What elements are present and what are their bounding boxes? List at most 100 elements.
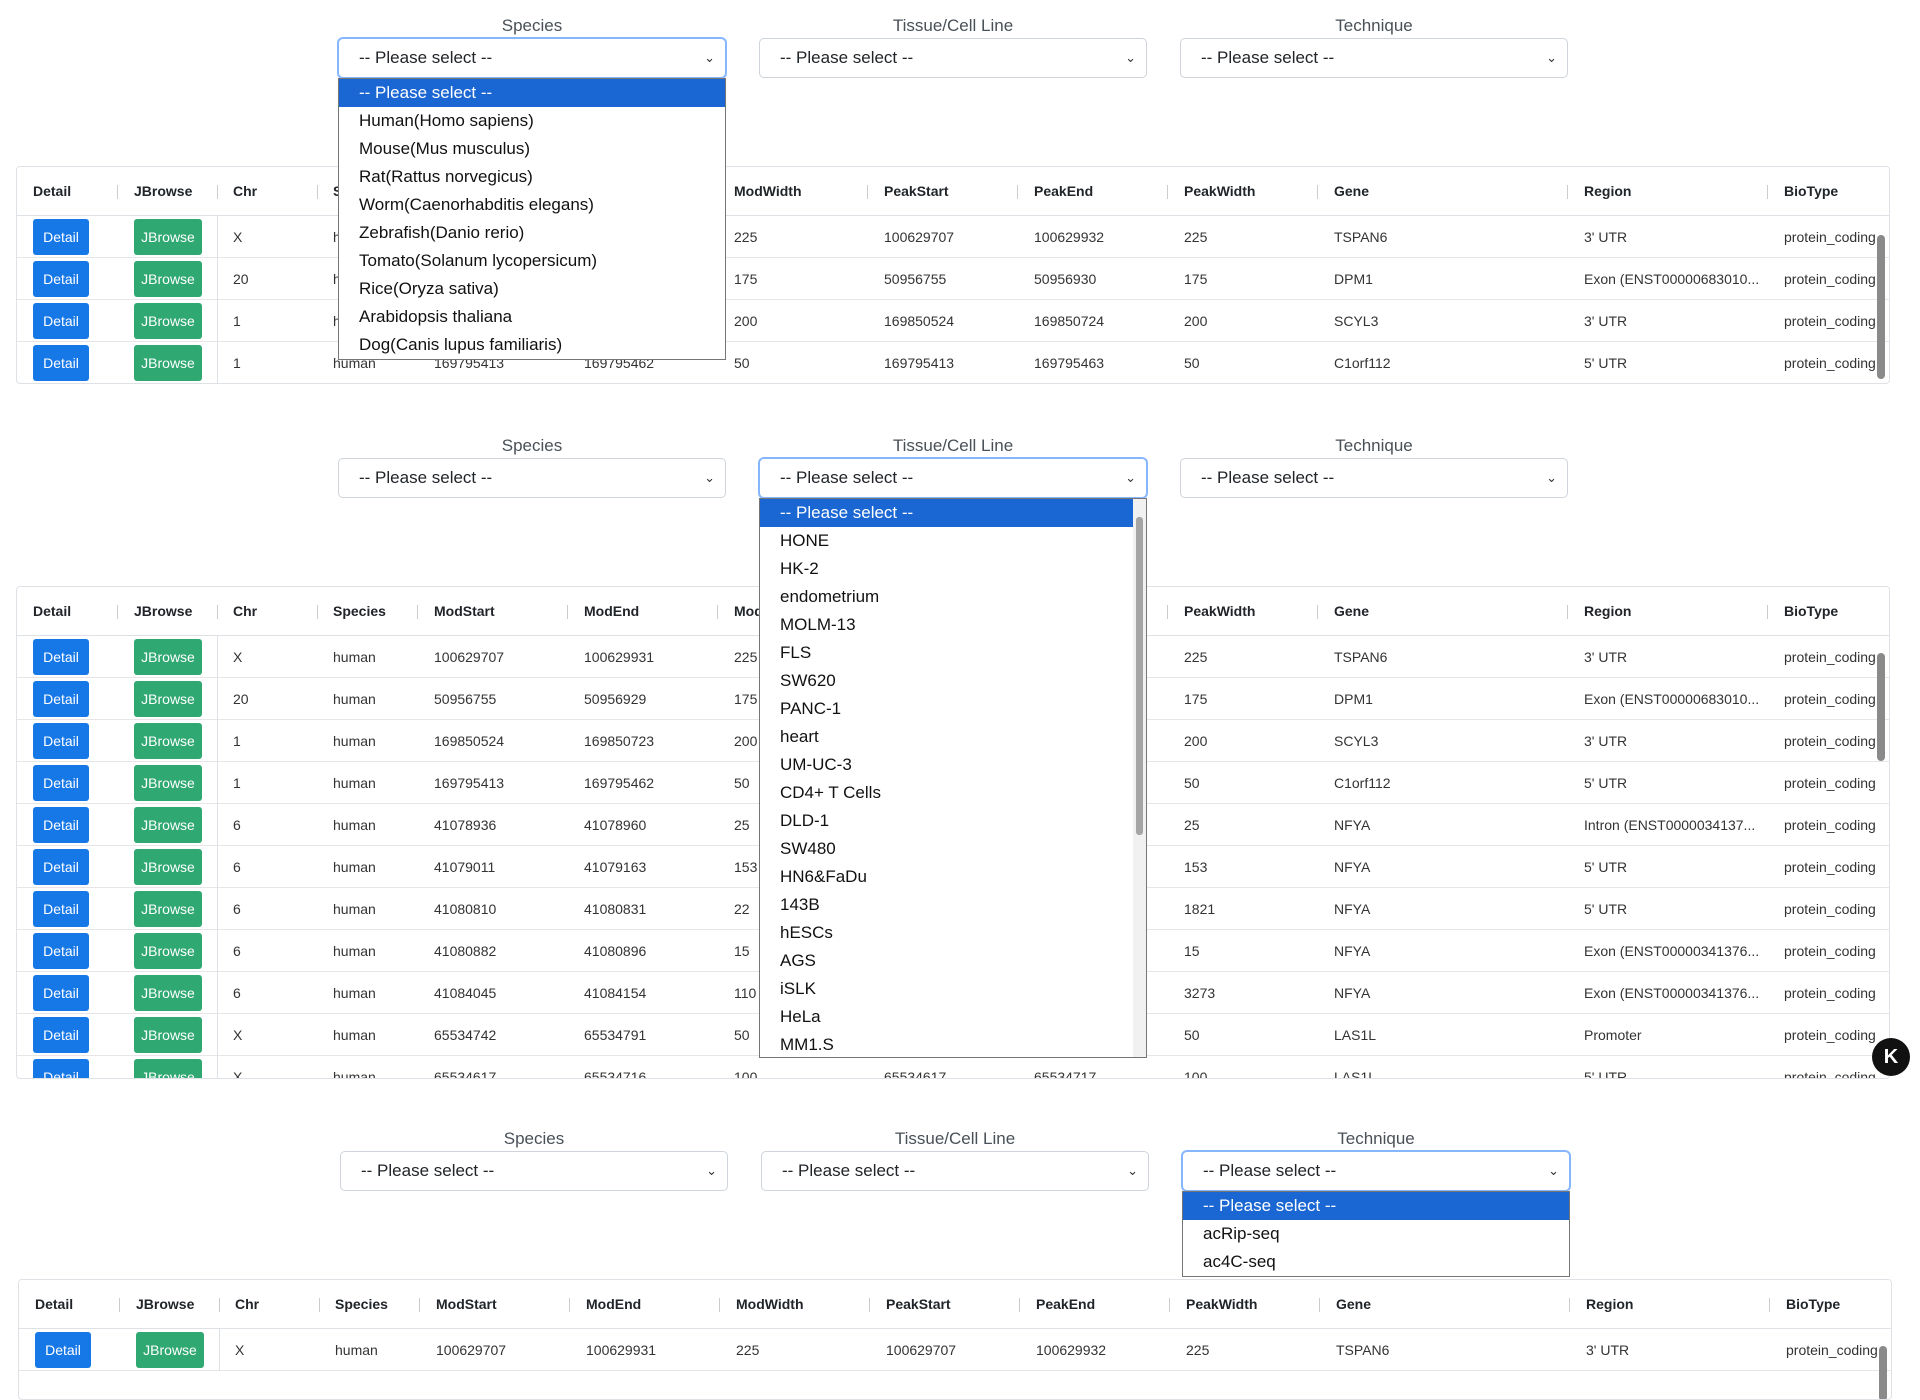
jbrowse-button[interactable]: JBrowse bbox=[134, 261, 202, 297]
column-header-region[interactable]: Region bbox=[1584, 167, 1631, 216]
tissue-select[interactable]: -- Please select -- ⌄ bbox=[759, 458, 1147, 498]
column-divider[interactable] bbox=[567, 605, 568, 619]
dropdown-option[interactable]: PANC-1 bbox=[760, 695, 1133, 723]
column-header-detail[interactable]: Detail bbox=[33, 167, 71, 216]
column-header-modstart[interactable]: ModStart bbox=[434, 587, 495, 636]
column-header-modend[interactable]: ModEnd bbox=[586, 1280, 641, 1329]
column-divider[interactable] bbox=[1567, 185, 1568, 199]
column-divider[interactable] bbox=[719, 1298, 720, 1312]
dropdown-option[interactable]: Zebrafish(Danio rerio) bbox=[339, 219, 725, 247]
dropdown-option[interactable]: MM1.S bbox=[760, 1031, 1133, 1057]
technique-select[interactable]: -- Please select -- ⌄ bbox=[1182, 1151, 1570, 1191]
dropdown-option[interactable]: UM-UC-3 bbox=[760, 751, 1133, 779]
column-header-region[interactable]: Region bbox=[1586, 1280, 1633, 1329]
column-divider[interactable] bbox=[1567, 605, 1568, 619]
column-divider[interactable] bbox=[417, 605, 418, 619]
species-select[interactable]: -- Please select -- ⌄ bbox=[338, 458, 726, 498]
column-divider[interactable] bbox=[569, 1298, 570, 1312]
jbrowse-button[interactable]: JBrowse bbox=[134, 723, 202, 759]
dropdown-scroll-thumb[interactable] bbox=[1136, 517, 1143, 835]
dropdown-option[interactable]: endometrium bbox=[760, 583, 1133, 611]
table-scrollbar[interactable] bbox=[1877, 219, 1885, 383]
option-placeholder[interactable]: -- Please select -- bbox=[760, 499, 1133, 527]
column-header-detail[interactable]: Detail bbox=[33, 587, 71, 636]
dropdown-option[interactable]: FLS bbox=[760, 639, 1133, 667]
technique-select[interactable]: -- Please select -- ⌄ bbox=[1180, 38, 1568, 78]
detail-button[interactable]: Detail bbox=[33, 933, 89, 969]
dropdown-option[interactable]: heart bbox=[760, 723, 1133, 751]
column-divider[interactable] bbox=[317, 605, 318, 619]
detail-button[interactable]: Detail bbox=[33, 261, 89, 297]
detail-button[interactable]: Detail bbox=[33, 765, 89, 801]
column-header-peakstart[interactable]: PeakStart bbox=[884, 167, 949, 216]
detail-button[interactable]: Detail bbox=[33, 807, 89, 843]
jbrowse-button[interactable]: JBrowse bbox=[134, 681, 202, 717]
column-header-modwidth[interactable]: ModWidth bbox=[734, 167, 802, 216]
column-header-modend[interactable]: ModEnd bbox=[584, 587, 639, 636]
dropdown-option[interactable]: SW620 bbox=[760, 667, 1133, 695]
column-header-species[interactable]: Species bbox=[333, 587, 386, 636]
column-header-peakstart[interactable]: PeakStart bbox=[886, 1280, 951, 1329]
dropdown-option[interactable]: AGS bbox=[760, 947, 1133, 975]
column-header-detail[interactable]: Detail bbox=[35, 1280, 73, 1329]
dropdown-option[interactable]: CD4+ T Cells bbox=[760, 779, 1133, 807]
column-divider[interactable] bbox=[869, 1298, 870, 1312]
detail-button[interactable]: Detail bbox=[35, 1332, 91, 1368]
column-header-peakwidth[interactable]: PeakWidth bbox=[1184, 167, 1255, 216]
dropdown-option[interactable]: HK-2 bbox=[760, 555, 1133, 583]
dropdown-option[interactable]: MOLM-13 bbox=[760, 611, 1133, 639]
dropdown-scrollbar[interactable] bbox=[1133, 499, 1146, 1057]
dropdown-option[interactable]: iSLK bbox=[760, 975, 1133, 1003]
jbrowse-button[interactable]: JBrowse bbox=[134, 1017, 202, 1053]
detail-button[interactable]: Detail bbox=[33, 219, 89, 255]
column-divider[interactable] bbox=[219, 1298, 220, 1312]
jbrowse-button[interactable]: JBrowse bbox=[134, 303, 202, 339]
tissue-select[interactable]: -- Please select -- ⌄ bbox=[761, 1151, 1149, 1191]
table-scroll-thumb[interactable] bbox=[1879, 1346, 1887, 1399]
dropdown-option[interactable]: Rat(Rattus norvegicus) bbox=[339, 163, 725, 191]
column-divider[interactable] bbox=[1767, 185, 1768, 199]
column-header-biotype[interactable]: BioType bbox=[1786, 1280, 1840, 1329]
detail-button[interactable]: Detail bbox=[33, 849, 89, 885]
column-header-jbrowse[interactable]: JBrowse bbox=[134, 167, 192, 216]
dropdown-option[interactable]: hESCs bbox=[760, 919, 1133, 947]
dropdown-option[interactable]: HONE bbox=[760, 527, 1133, 555]
species-select[interactable]: -- Please select -- ⌄ bbox=[338, 38, 726, 78]
detail-button[interactable]: Detail bbox=[33, 1059, 89, 1078]
column-header-chr[interactable]: Chr bbox=[233, 167, 257, 216]
column-header-region[interactable]: Region bbox=[1584, 587, 1631, 636]
detail-button[interactable]: Detail bbox=[33, 891, 89, 927]
jbrowse-button[interactable]: JBrowse bbox=[134, 933, 202, 969]
column-header-chr[interactable]: Chr bbox=[233, 587, 257, 636]
column-divider[interactable] bbox=[119, 1298, 120, 1312]
column-divider[interactable] bbox=[117, 185, 118, 199]
technique-select[interactable]: -- Please select -- ⌄ bbox=[1180, 458, 1568, 498]
column-divider[interactable] bbox=[717, 605, 718, 619]
dropdown-option[interactable]: HeLa bbox=[760, 1003, 1133, 1031]
table-scroll-thumb[interactable] bbox=[1877, 653, 1885, 761]
detail-button[interactable]: Detail bbox=[33, 345, 89, 381]
column-header-jbrowse[interactable]: JBrowse bbox=[136, 1280, 194, 1329]
jbrowse-button[interactable]: JBrowse bbox=[134, 639, 202, 675]
column-divider[interactable] bbox=[1767, 605, 1768, 619]
detail-button[interactable]: Detail bbox=[33, 681, 89, 717]
dropdown-option[interactable]: Mouse(Mus musculus) bbox=[339, 135, 725, 163]
column-divider[interactable] bbox=[1019, 1298, 1020, 1312]
column-header-peakwidth[interactable]: PeakWidth bbox=[1184, 587, 1255, 636]
jbrowse-button[interactable]: JBrowse bbox=[134, 345, 202, 381]
tissue-select[interactable]: -- Please select -- ⌄ bbox=[759, 38, 1147, 78]
column-divider[interactable] bbox=[1769, 1298, 1770, 1312]
detail-button[interactable]: Detail bbox=[33, 723, 89, 759]
column-header-species[interactable]: Species bbox=[335, 1280, 388, 1329]
jbrowse-button[interactable]: JBrowse bbox=[134, 765, 202, 801]
dropdown-option[interactable]: 143B bbox=[760, 891, 1133, 919]
detail-button[interactable]: Detail bbox=[33, 1017, 89, 1053]
jbrowse-button[interactable]: JBrowse bbox=[134, 975, 202, 1011]
jbrowse-button[interactable]: JBrowse bbox=[134, 807, 202, 843]
dropdown-option[interactable]: HN6&FaDu bbox=[760, 863, 1133, 891]
column-divider[interactable] bbox=[217, 185, 218, 199]
option-placeholder[interactable]: -- Please select -- bbox=[1183, 1192, 1569, 1220]
column-divider[interactable] bbox=[1569, 1298, 1570, 1312]
option-placeholder[interactable]: -- Please select -- bbox=[339, 79, 725, 107]
column-header-jbrowse[interactable]: JBrowse bbox=[134, 587, 192, 636]
